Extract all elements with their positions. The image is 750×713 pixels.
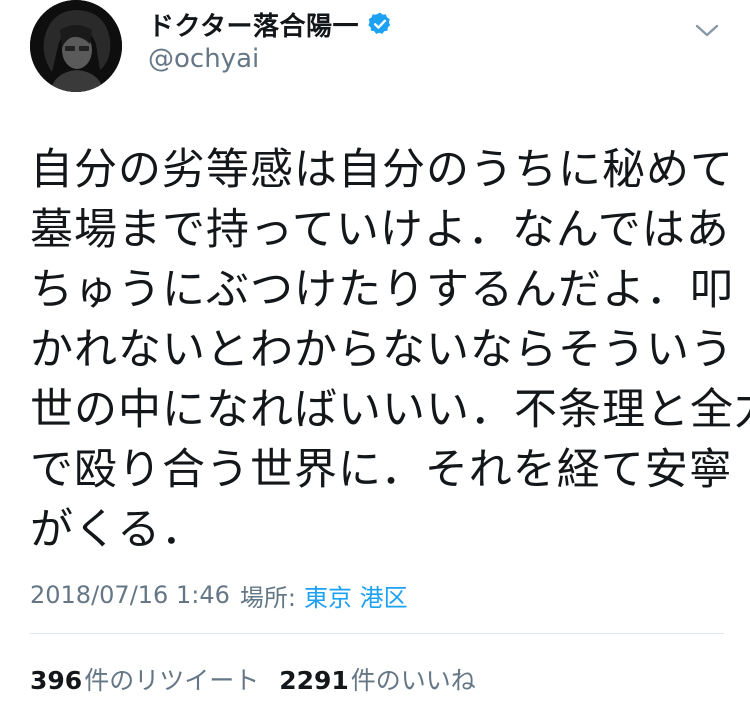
tweet-meta: 2018/07/16 1:46 場所: 東京 港区	[30, 578, 408, 612]
likes-count: 2291	[279, 666, 349, 695]
likes-stat[interactable]: 2291 件のいいね	[279, 661, 476, 697]
tweet-stats: 396 件のリツイート 2291 件のいいね	[30, 660, 476, 698]
timestamp[interactable]: 2018/07/16 1:46	[30, 581, 230, 609]
tweet-line: ちゅうにぶつけたりするんだよ．叩	[30, 265, 734, 315]
verified-badge-icon	[367, 11, 393, 37]
tweet-line: かれないとわからないならそういう	[30, 325, 734, 375]
author-name-row: ドクター落合陽一	[148, 4, 393, 44]
retweets-label: 件のリツイート	[84, 666, 260, 695]
retweets-count: 396	[30, 666, 83, 695]
tweet-line: で殴り合う世界に．それを経て安寧	[30, 445, 733, 495]
divider	[30, 633, 724, 634]
tweet-line: 自分の劣等感は自分のうちに秘めて	[30, 145, 734, 195]
tweet-line: 墓場まで持っていけよ．なんではあ	[30, 205, 730, 255]
profile-photo-icon	[30, 0, 122, 92]
retweets-stat[interactable]: 396 件のリツイート	[30, 661, 259, 697]
tweet-line: がくる．	[30, 505, 206, 555]
more-options-button[interactable]	[692, 16, 722, 46]
author-handle[interactable]: @ochyai	[148, 44, 259, 74]
tweet-card: ドクター落合陽一 @ochyai 自分の劣等感は自分のうちに秘めて 墓場まで持っ…	[0, 0, 750, 713]
tweet-text: 自分の劣等感は自分のうちに秘めて 墓場まで持っていけよ．なんではあ ちゅうにぶつ…	[30, 140, 750, 560]
chevron-down-icon	[695, 24, 719, 37]
likes-label: 件のいいね	[350, 666, 476, 695]
display-name[interactable]: ドクター落合陽一	[148, 6, 359, 43]
location-link[interactable]: 東京 港区	[304, 578, 408, 613]
avatar[interactable]	[30, 0, 122, 92]
location-label: 場所:	[239, 583, 296, 612]
tweet-line: 世の中になればいいい．不条理と全力	[30, 385, 750, 435]
